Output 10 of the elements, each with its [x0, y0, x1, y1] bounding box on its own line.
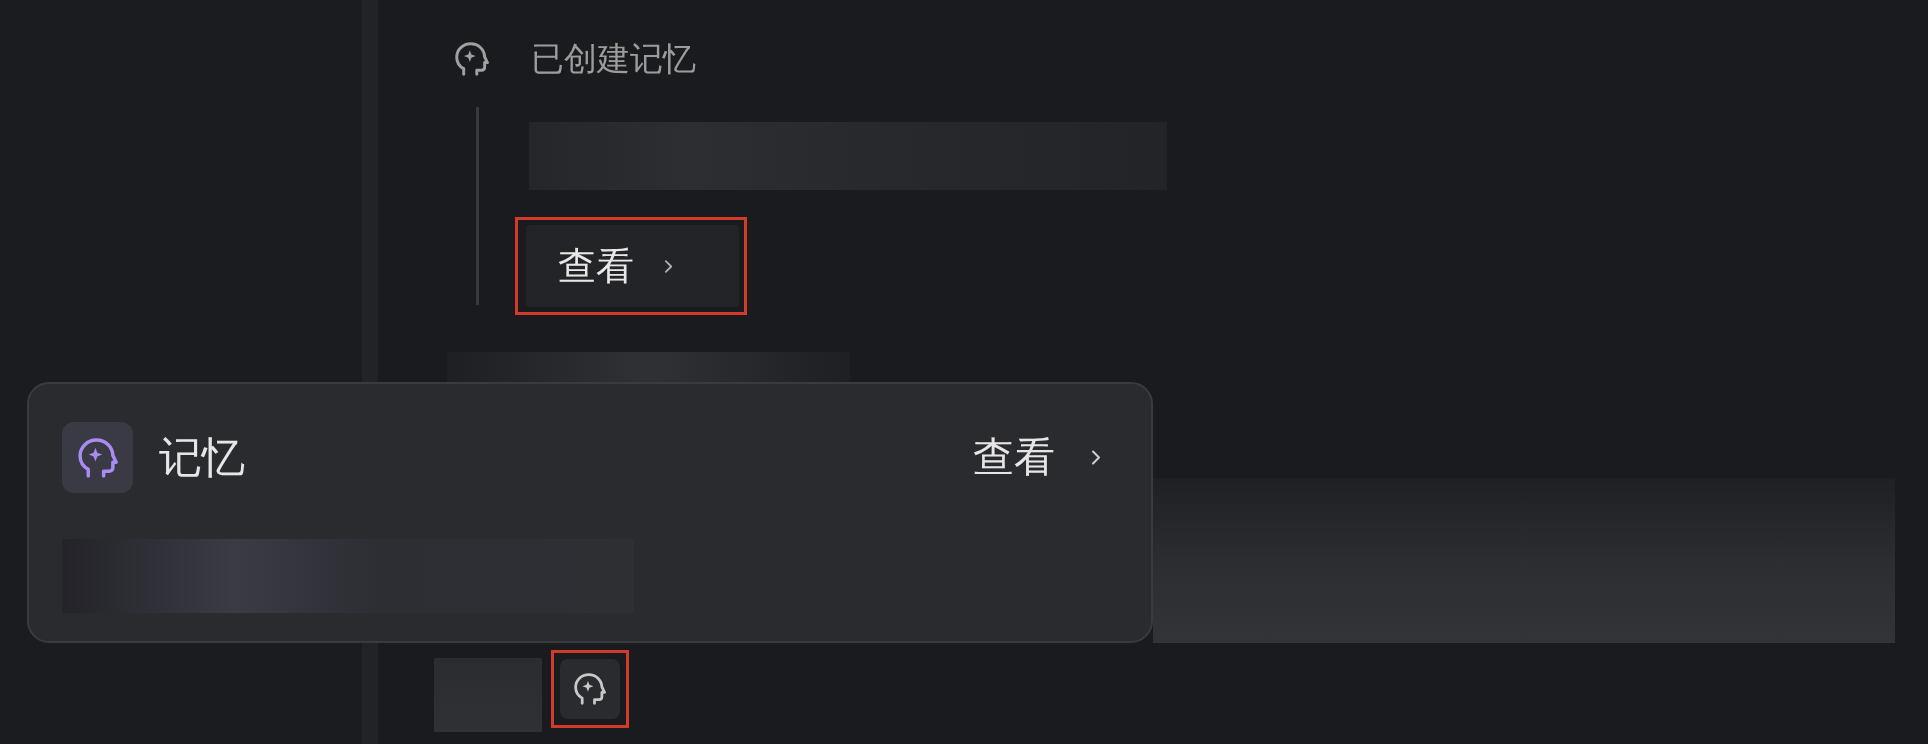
section-title: 已创建记忆 — [531, 41, 696, 77]
head-icon — [455, 42, 489, 76]
memory-button[interactable] — [560, 659, 620, 719]
head-icon — [574, 673, 606, 705]
memory-icon — [62, 422, 133, 493]
chevron-icon — [1091, 449, 1101, 466]
view-button[interactable]: 查看 — [526, 225, 739, 307]
card-title: 记忆 — [159, 430, 245, 484]
view-link[interactable]: 查看 — [973, 430, 1111, 485]
chevron-icon — [664, 258, 673, 274]
